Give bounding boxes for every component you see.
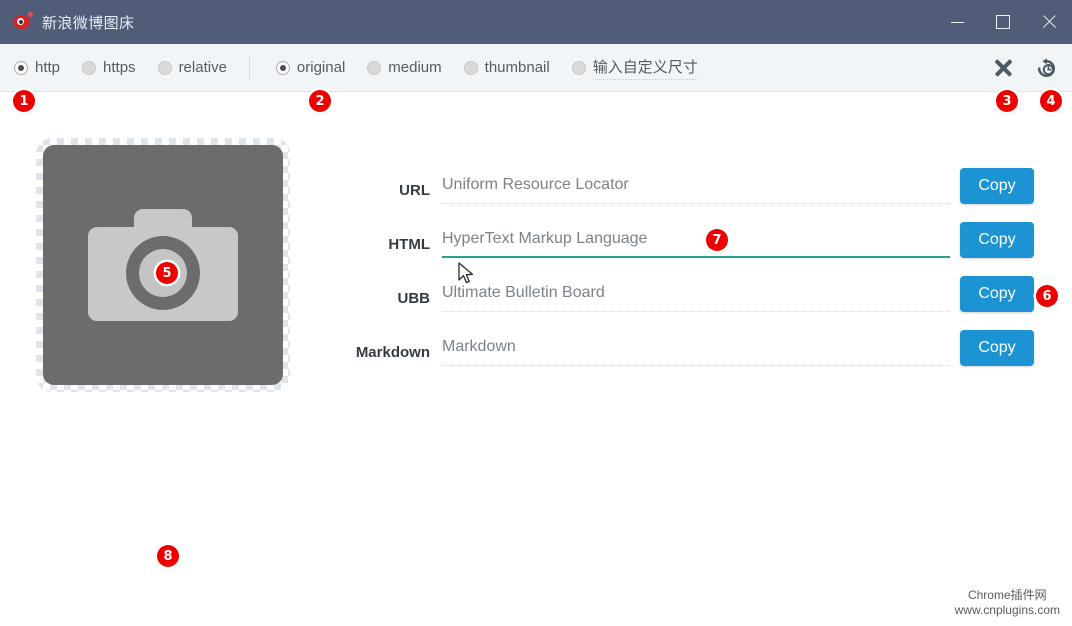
radio-https[interactable]: https (82, 59, 136, 76)
copy-html-button[interactable]: Copy (960, 222, 1034, 258)
radio-dot-icon (463, 60, 478, 75)
annotation-badge-5: 5 (156, 262, 178, 284)
radio-dot-icon (157, 60, 172, 75)
history-restore-icon (1037, 57, 1055, 77)
minimize-button[interactable] (934, 0, 980, 44)
options-toolbar: http https relative original medium thum… (0, 44, 1072, 92)
radio-http[interactable]: http (14, 59, 60, 76)
label-ubb: UBB (397, 290, 431, 307)
copy-url-button[interactable]: Copy (960, 168, 1034, 204)
radio-http-label: http (35, 59, 61, 76)
radio-thumbnail-label: thumbnail (484, 59, 550, 76)
annotation-badge-4: 4 (1040, 90, 1062, 112)
field-url-wrap (442, 168, 950, 210)
radio-dot-icon (367, 60, 382, 75)
field-underline (442, 202, 950, 204)
toolbar-divider (248, 55, 250, 80)
field-html-wrap (442, 222, 950, 264)
close-button[interactable] (1026, 0, 1072, 44)
radio-medium[interactable]: medium (367, 59, 442, 76)
label-markdown: Markdown (355, 344, 430, 361)
radio-custom-size[interactable]: 输入自定义尺寸 (571, 56, 698, 80)
radio-original[interactable]: original (275, 59, 346, 76)
url-input[interactable] (442, 168, 950, 202)
main-content: URL Copy HTML Copy UBB (0, 92, 1072, 626)
watermark-line-2: www.cnplugins.com (954, 603, 1060, 617)
field-underline (442, 310, 950, 312)
watermark: Chrome插件网 www.cnplugins.com (955, 588, 1060, 618)
copy-markdown-button[interactable]: Copy (960, 330, 1034, 366)
app-window: 新浪微博图床 http https relative original medi… (0, 0, 1072, 626)
ubb-input[interactable] (442, 276, 950, 310)
radio-dot-icon (275, 60, 290, 75)
markdown-input[interactable] (442, 330, 950, 364)
clear-button[interactable] (994, 59, 1012, 77)
annotation-badge-7: 7 (706, 229, 728, 251)
field-ubb-wrap (442, 276, 950, 318)
close-x-icon (994, 59, 1012, 77)
maximize-button[interactable] (980, 0, 1026, 44)
minimize-icon (950, 21, 964, 23)
weibo-logo-icon (13, 12, 33, 32)
radio-medium-label: medium (388, 59, 442, 76)
protocol-radio-group: http https relative (0, 59, 249, 76)
field-underline-focused (442, 256, 950, 258)
annotation-badge-8: 8 (157, 545, 179, 567)
annotation-badge-3: 3 (996, 90, 1018, 112)
form-row-ubb: UBB Copy (330, 276, 1034, 330)
window-controls (934, 0, 1072, 44)
label-html: HTML (388, 236, 430, 253)
size-radio-group: original medium thumbnail 输入自定义尺寸 (262, 56, 720, 80)
maximize-icon (996, 15, 1010, 29)
link-format-form: URL Copy HTML Copy UBB (330, 168, 1034, 384)
radio-dot-icon (571, 60, 586, 75)
window-title: 新浪微博图床 (42, 14, 135, 32)
radio-custom-size-label: 输入自定义尺寸 (592, 56, 698, 80)
field-underline (442, 364, 950, 366)
html-input[interactable] (442, 222, 950, 256)
title-bar: 新浪微博图床 (0, 0, 1072, 44)
history-button[interactable] (1034, 56, 1058, 80)
form-row-html: HTML Copy (330, 222, 1034, 276)
annotation-badge-6: 6 (1036, 285, 1058, 307)
close-icon (1042, 15, 1056, 29)
radio-original-label: original (296, 59, 346, 76)
radio-relative-label: relative (178, 59, 227, 76)
watermark-line-1: Chrome插件网 (967, 588, 1047, 602)
form-row-url: URL Copy (330, 168, 1034, 222)
radio-https-label: https (103, 59, 136, 76)
label-url: URL (399, 182, 430, 199)
radio-thumbnail[interactable]: thumbnail (463, 59, 550, 76)
form-row-markdown: Markdown Copy (330, 330, 1034, 384)
radio-dot-icon (14, 60, 28, 75)
field-markdown-wrap (442, 330, 950, 372)
annotation-badge-2: 2 (309, 90, 331, 112)
toolbar-actions (994, 44, 1058, 91)
radio-relative[interactable]: relative (157, 59, 227, 76)
radio-dot-icon (82, 60, 97, 75)
copy-ubb-button[interactable]: Copy (960, 276, 1034, 312)
annotation-badge-1: 1 (13, 90, 35, 112)
